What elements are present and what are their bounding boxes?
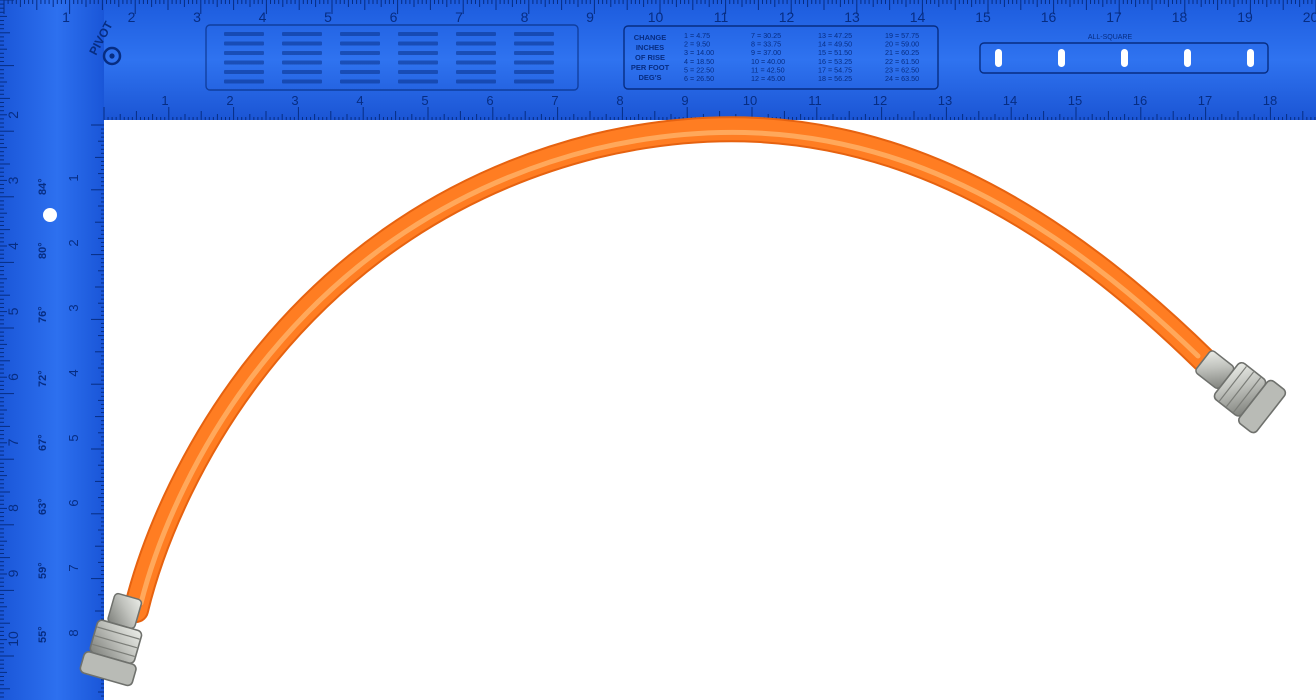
degree-mark: 84° [37,178,49,195]
ruler-number: 11 [714,9,729,25]
ruler-number: 18 [1172,9,1188,25]
ruler-number: 2 [128,9,136,25]
ruler-number: 4 [5,242,21,250]
ruler-number: 5 [324,9,332,25]
ruler-number: 6 [390,9,398,25]
ruler-number: 10 [648,9,664,25]
degree-mark: 67° [37,434,49,451]
ruler-number: 7 [551,93,558,108]
ruler-number: 8 [66,629,81,636]
ruler-number: 8 [521,9,529,25]
ruler-number: 3 [5,176,21,184]
ruler-number: 13 [938,93,952,108]
table-heading-line: DEG'S [638,73,661,82]
ruler-number: 13 [844,9,860,25]
ruler-number: 9 [681,93,688,108]
ruler-number: 17 [1106,9,1122,25]
degree-mark: 80° [37,242,49,259]
square-slot [1184,49,1191,67]
table-heading-line: OF RISE [635,53,665,62]
ruler-number: 7 [66,564,81,571]
degree-mark: 55° [37,626,49,643]
table-value: 24 = 63.50 [885,74,919,83]
ruler-number: 8 [5,504,21,512]
degree-mark: 63° [37,498,49,515]
ruler-number: 12 [779,9,795,25]
ruler-number: 4 [259,9,267,25]
ruler-number: 6 [5,373,21,381]
square-slot [995,49,1002,67]
slot-panel-label: ALL-SQUARE [1088,34,1133,41]
ruler-number: 5 [66,434,81,441]
table-heading-line: PER FOOT [631,63,670,72]
ruler-number: 15 [1068,93,1082,108]
square-slot [1247,49,1254,67]
hydraulic-hose [123,116,1217,623]
ruler-number: 4 [66,369,81,376]
ruler-number: 8 [616,93,623,108]
ruler-number: 7 [455,9,463,25]
ruler-number: 5 [5,307,21,315]
ruler-number: 11 [808,93,822,108]
table-value: 6 = 26.50 [684,74,714,83]
ruler-number: 9 [586,9,594,25]
table-heading-line: CHANGE [634,33,667,42]
ruler-number: 17 [1198,93,1212,108]
table-value: 18 = 56.25 [818,74,852,83]
ruler-number: 9 [5,569,21,577]
ruler-number: 3 [66,304,81,311]
ruler-number: 16 [1133,93,1147,108]
ruler-number: 7 [5,438,21,446]
square-slot [1058,49,1065,67]
square-pivot-hole [43,208,57,222]
ruler-number: 2 [226,93,233,108]
ruler-number: 1 [66,174,81,181]
ruler-number: 14 [910,9,926,25]
degree-mark: 76° [37,306,49,323]
square-slot [1121,49,1128,67]
ruler-number: 18 [1263,93,1277,108]
ruler-number: 6 [66,499,81,506]
ruler-number: 10 [743,93,757,108]
ruler-number: 3 [193,9,201,25]
square-left-blade [0,0,104,700]
ruler-number: 1 [62,9,70,25]
ruler-number: 14 [1003,93,1017,108]
table-value: 12 = 45.00 [751,74,785,83]
product-photo: 1 2 3 4 5 6 7 8 9 10 11 12 13 14 15 16 17 18 19 20 12345678… [0,0,1316,700]
ruler-number: 2 [66,239,81,246]
ruler-number: 3 [291,93,298,108]
ruler-number: 12 [873,93,887,108]
ruler-number: 1 [161,93,168,108]
ruler-number: 4 [356,93,363,108]
ruler-number: 20 [1303,9,1316,25]
ruler-number: 15 [975,9,991,25]
ruler-number: 5 [421,93,428,108]
degree-mark: 72° [37,370,49,387]
ruler-number: 16 [1041,9,1057,25]
ruler-number: 2 [5,111,21,119]
ruler-number: 10 [5,631,21,647]
degree-mark: 59° [37,562,49,579]
ruler-number: 6 [486,93,493,108]
table-heading-line: INCHES [636,43,664,52]
ruler-number: 19 [1237,9,1253,25]
